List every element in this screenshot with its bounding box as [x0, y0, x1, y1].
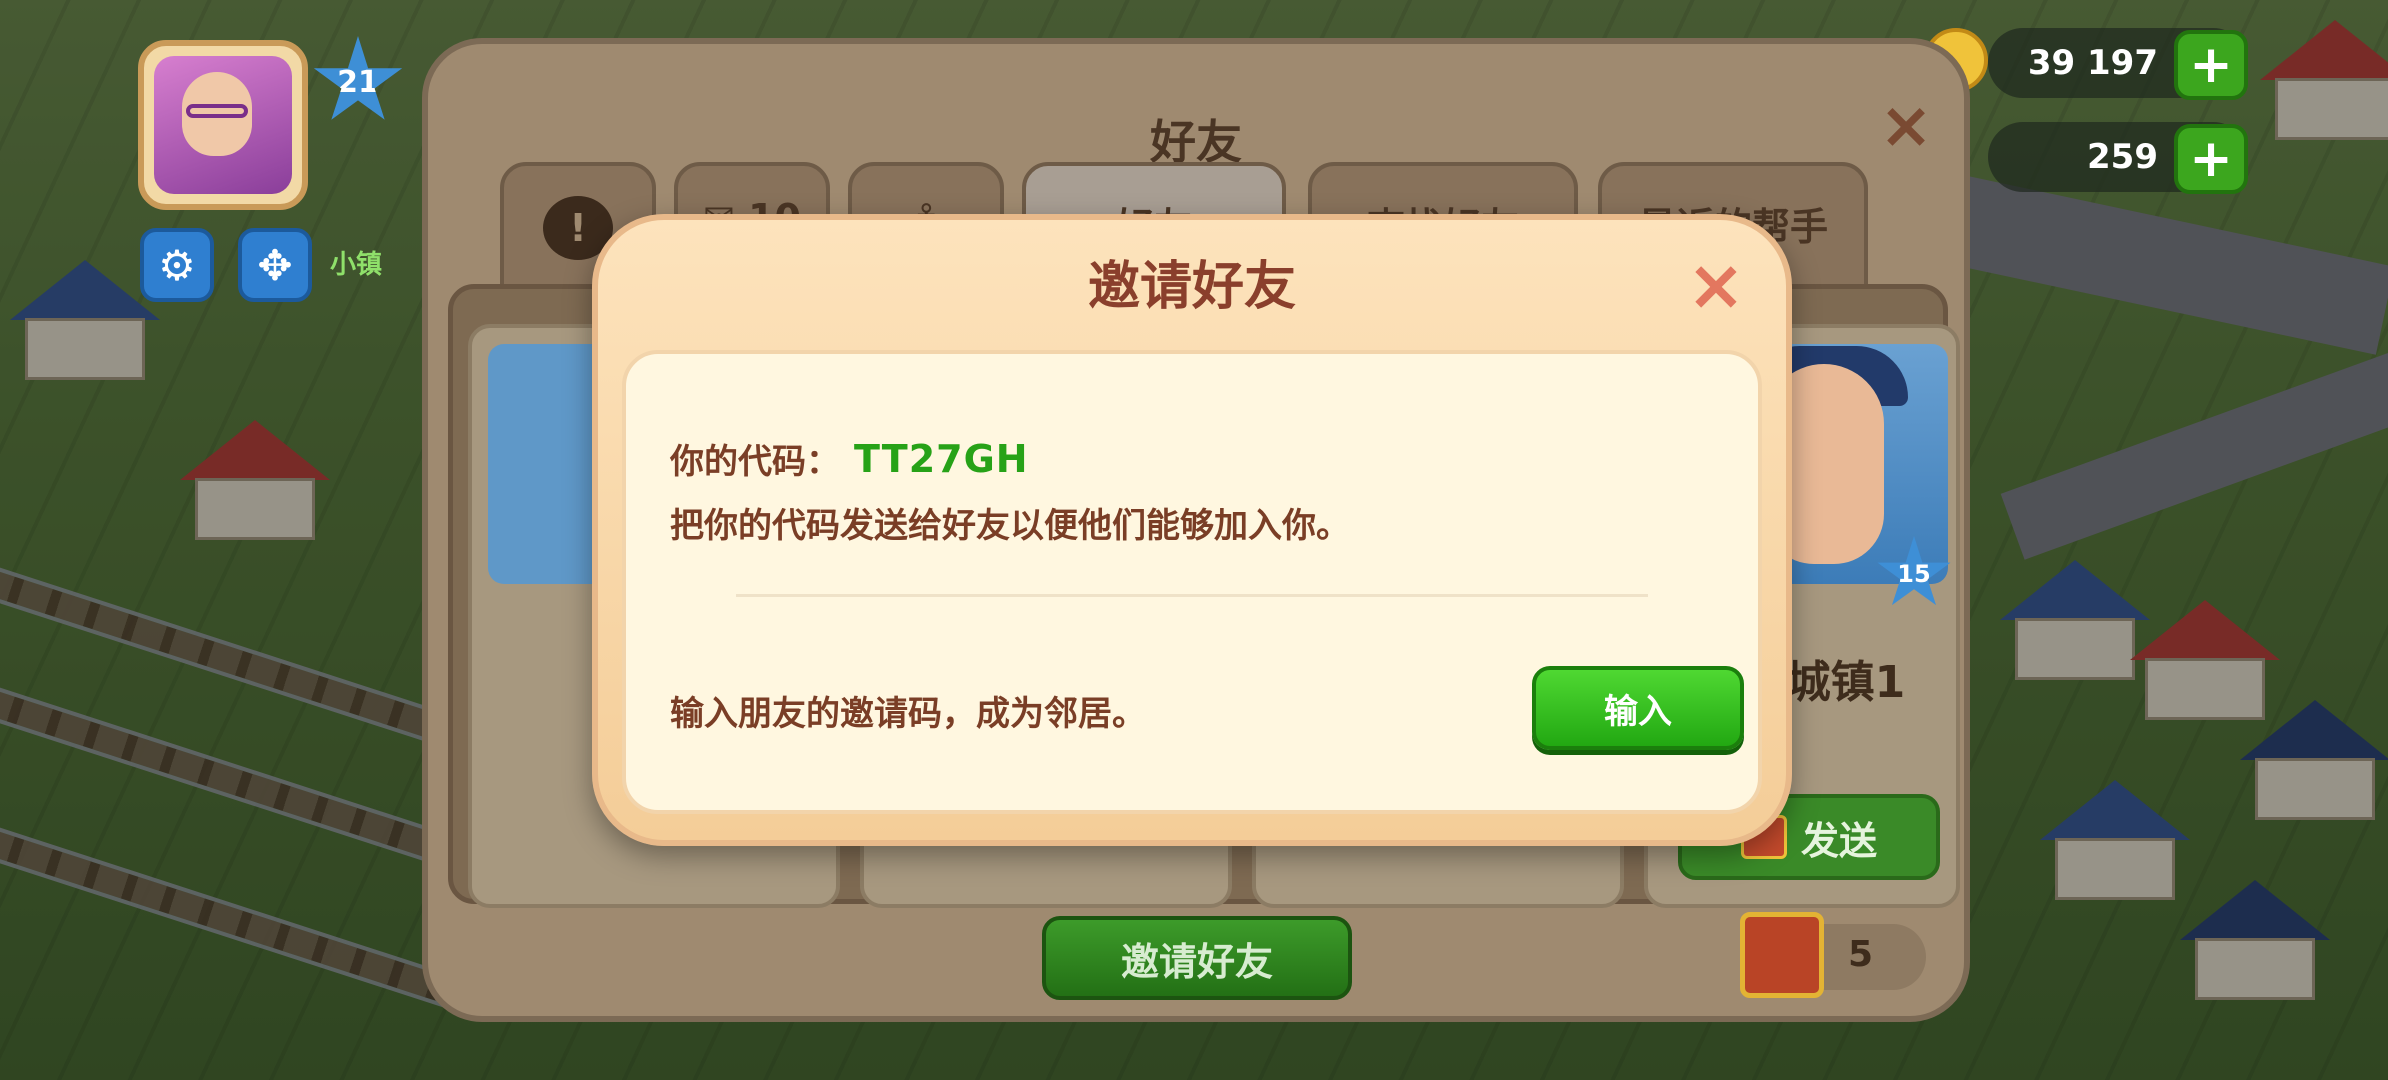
gift-count: 5	[1848, 934, 1874, 975]
dialog-body: 你的代码： TT27GH 把你的代码发送给好友以便他们能够加入你。 输入朋友的邀…	[622, 350, 1762, 814]
move-arrows-icon: ✥	[257, 240, 293, 290]
dialog-title: 邀请好友	[1087, 257, 1296, 317]
plus-icon: +	[2189, 129, 2233, 189]
divider	[736, 594, 1648, 597]
code-label: 你的代码：	[670, 442, 840, 482]
add-cash-button[interactable]: +	[2174, 124, 2248, 194]
player-level: 21	[337, 64, 379, 100]
gift-icon	[1740, 912, 1824, 998]
close-icon[interactable]: ×	[1686, 250, 1746, 320]
invite-friends-dialog: 邀请好友 × 你的代码： TT27GH 把你的代码发送给好友以便他们能够加入你。…	[592, 214, 1792, 846]
your-code-row: 你的代码： TT27GH	[670, 434, 1029, 483]
plus-icon: +	[2189, 35, 2233, 95]
code-description: 把你的代码发送给好友以便他们能够加入你。	[670, 506, 1350, 546]
enter-code-text: 输入朋友的邀请码，成为邻居。	[670, 694, 1146, 734]
invite-friends-button[interactable]: 邀请好友	[1042, 916, 1352, 1000]
invite-code: TT27GH	[854, 436, 1029, 481]
player-avatar[interactable]	[138, 40, 308, 210]
gear-icon: ⚙	[158, 240, 196, 290]
close-icon[interactable]: ×	[1876, 94, 1936, 158]
enter-code-button[interactable]: 输入	[1532, 666, 1744, 750]
add-coins-button[interactable]: +	[2174, 30, 2248, 100]
move-button[interactable]: ✥	[238, 228, 312, 302]
settings-button[interactable]: ⚙	[140, 228, 214, 302]
town-label: 小镇	[330, 250, 383, 280]
